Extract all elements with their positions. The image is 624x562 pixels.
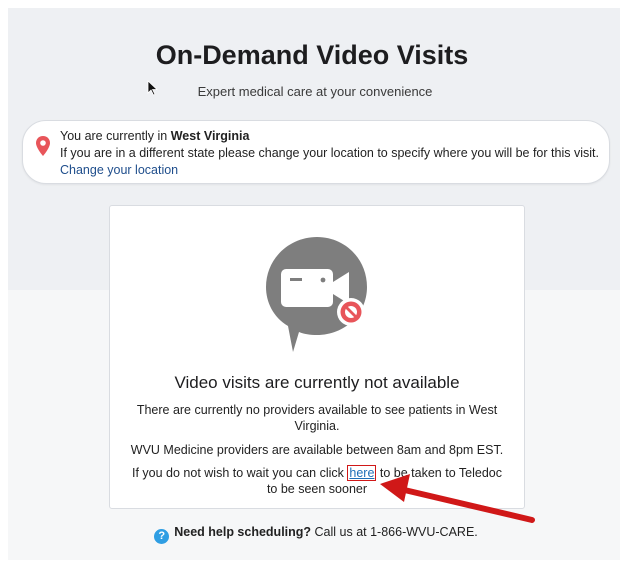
location-card: You are currently in West Virginia If yo…: [22, 120, 610, 184]
availability-card: Video visits are currently not available…: [109, 205, 525, 509]
page-title: On-Demand Video Visits: [155, 40, 469, 70]
redirect-prefix: If you do not wish to wait you can click: [132, 466, 348, 480]
help-scheduling-bar: ? Need help scheduling? Call us at 1-866-…: [0, 525, 624, 544]
page-subtitle: Expert medical care at your convenience: [197, 84, 433, 99]
location-prefix: You are currently in: [60, 129, 171, 143]
mouse-cursor-icon: [147, 80, 159, 96]
question-circle-icon: ?: [154, 529, 170, 544]
current-location-text: You are currently in West Virginia: [60, 129, 249, 143]
location-message: If you are in a different state please c…: [60, 146, 599, 160]
help-phone-text: Call us at 1-866-WVU-CARE.: [311, 525, 478, 539]
annotation-arrow-icon: [380, 474, 535, 523]
map-pin-icon: [36, 136, 50, 156]
help-bold-text: Need help scheduling?: [174, 525, 312, 539]
change-location-link[interactable]: Change your location: [60, 163, 178, 177]
unavailable-title: Video visits are currently not available: [174, 373, 460, 392]
provider-hours-text: WVU Medicine providers are available bet…: [130, 443, 504, 457]
location-state: West Virginia: [170, 129, 250, 143]
video-camera-unavailable-icon: [266, 237, 367, 352]
no-providers-text: There are currently no providers availab…: [136, 403, 498, 433]
